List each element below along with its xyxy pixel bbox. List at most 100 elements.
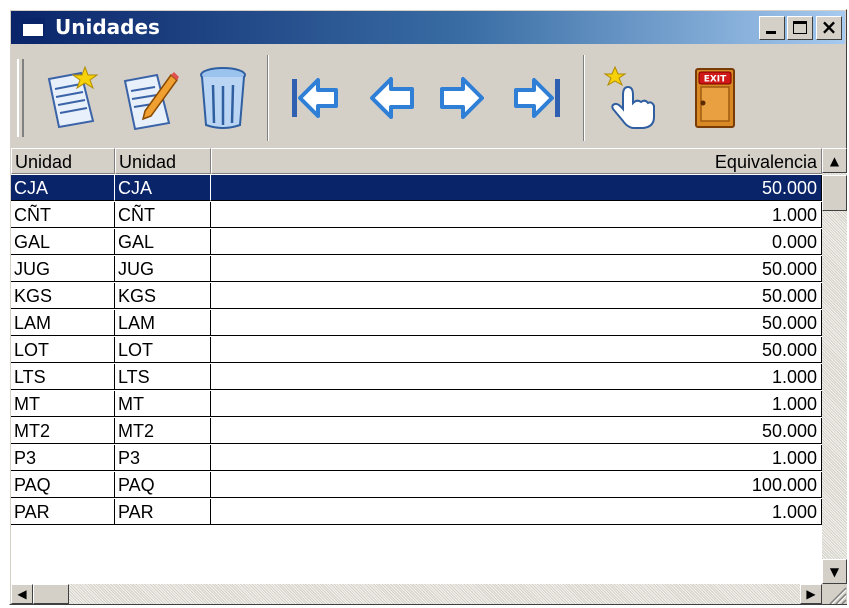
edit-record-button[interactable]	[117, 63, 181, 133]
table-row[interactable]: MT2 MT2 50.000	[11, 418, 822, 445]
units-grid[interactable]: Unidad Unidad Equivalencia CJA CJA 50.00…	[11, 148, 822, 584]
trash-icon	[200, 67, 246, 129]
cell-unidad-2[interactable]: MT2	[115, 418, 211, 444]
table-row[interactable]: CÑT CÑT 1.000	[11, 202, 822, 229]
toolbar-grip[interactable]	[17, 59, 24, 137]
cell-unidad-2[interactable]: PAQ	[115, 472, 211, 498]
vertical-scroll-thumb[interactable]	[822, 175, 847, 211]
title-bar[interactable]: Unidades ×	[11, 11, 845, 44]
table-row[interactable]: JUG JUG 50.000	[11, 256, 822, 283]
cell-unidad[interactable]: JUG	[11, 256, 115, 282]
cell-unidad-2[interactable]: CJA	[115, 175, 211, 201]
delete-record-button[interactable]	[191, 63, 255, 133]
column-header-unidad-2[interactable]: Unidad	[115, 148, 211, 174]
resize-grip-icon	[829, 587, 847, 605]
cell-unidad-2[interactable]: JUG	[115, 256, 211, 282]
previous-record-button[interactable]	[361, 63, 425, 133]
arrow-last-icon	[514, 78, 560, 118]
minimize-button[interactable]	[759, 16, 785, 40]
cell-equivalencia[interactable]: 50.000	[211, 175, 822, 201]
cell-unidad[interactable]: LAM	[11, 310, 115, 336]
scroll-right-button[interactable]: ▶	[800, 584, 822, 604]
cell-unidad[interactable]: KGS	[11, 283, 115, 309]
hand-pointer-icon	[603, 65, 655, 129]
cell-unidad-2[interactable]: GAL	[115, 229, 211, 255]
cell-equivalencia[interactable]: 1.000	[211, 391, 822, 417]
cell-unidad-2[interactable]: P3	[115, 445, 211, 471]
select-button[interactable]	[599, 63, 663, 133]
cell-equivalencia[interactable]: 1.000	[211, 364, 822, 390]
scroll-down-button[interactable]: ▼	[822, 559, 847, 584]
cell-equivalencia[interactable]: 50.000	[211, 337, 822, 363]
cell-unidad[interactable]: P3	[11, 445, 115, 471]
close-button[interactable]: ×	[816, 15, 842, 40]
cell-equivalencia[interactable]: 0.000	[211, 229, 822, 255]
maximize-button[interactable]	[787, 16, 813, 40]
window-icon	[21, 18, 45, 38]
table-row[interactable]: LOT LOT 50.000	[11, 337, 822, 364]
table-row[interactable]: PAQ PAQ 100.000	[11, 472, 822, 499]
table-row[interactable]: CJA CJA 50.000	[11, 175, 822, 202]
exit-door-icon: EXIT	[695, 68, 735, 128]
horizontal-scroll-thumb[interactable]	[33, 584, 69, 604]
last-record-button[interactable]	[505, 63, 569, 133]
cell-unidad[interactable]: MT2	[11, 418, 115, 444]
scroll-left-button[interactable]: ◀	[11, 584, 33, 604]
edit-document-icon	[123, 72, 179, 131]
new-document-icon	[47, 65, 99, 129]
arrow-left-icon	[370, 77, 414, 119]
cell-unidad[interactable]: CJA	[11, 175, 115, 201]
column-header-unidad[interactable]: Unidad	[11, 148, 115, 174]
cell-unidad-2[interactable]: LAM	[115, 310, 211, 336]
arrow-first-icon	[292, 78, 338, 118]
cell-equivalencia[interactable]: 1.000	[211, 499, 822, 525]
cell-equivalencia[interactable]: 50.000	[211, 283, 822, 309]
cell-equivalencia[interactable]: 1.000	[211, 202, 822, 228]
cell-unidad[interactable]: CÑT	[11, 202, 115, 228]
table-row[interactable]: LAM LAM 50.000	[11, 310, 822, 337]
arrow-right-icon	[440, 77, 484, 119]
cell-unidad-2[interactable]: KGS	[115, 283, 211, 309]
cell-unidad[interactable]: LTS	[11, 364, 115, 390]
cell-equivalencia[interactable]: 50.000	[211, 256, 822, 282]
arrow-down-icon: ▼	[829, 564, 840, 579]
first-record-button[interactable]	[283, 63, 347, 133]
resize-grip[interactable]	[822, 584, 847, 605]
cell-unidad-2[interactable]: MT	[115, 391, 211, 417]
cell-unidad[interactable]: MT	[11, 391, 115, 417]
arrow-up-icon: ▲	[829, 153, 840, 168]
table-row[interactable]: LTS LTS 1.000	[11, 364, 822, 391]
cell-unidad-2[interactable]: PAR	[115, 499, 211, 525]
toolbar-separator	[583, 55, 585, 141]
cell-equivalencia[interactable]: 50.000	[211, 418, 822, 444]
cell-equivalencia[interactable]: 1.000	[211, 445, 822, 471]
table-row[interactable]: KGS KGS 50.000	[11, 283, 822, 310]
close-icon: ×	[820, 15, 838, 39]
toolbar-separator	[267, 55, 269, 141]
cell-unidad[interactable]: LOT	[11, 337, 115, 363]
window: Unidades × EXIT Unidad Unidad Equivalenc…	[9, 9, 847, 605]
grid-header: Unidad Unidad Equivalencia	[11, 148, 822, 175]
table-row[interactable]: P3 P3 1.000	[11, 445, 822, 472]
cell-unidad[interactable]: GAL	[11, 229, 115, 255]
svg-text:EXIT: EXIT	[704, 75, 727, 85]
scroll-up-button[interactable]: ▲	[822, 148, 847, 173]
table-row[interactable]: GAL GAL 0.000	[11, 229, 822, 256]
exit-button[interactable]: EXIT	[683, 63, 747, 133]
arrow-right-small-icon: ▶	[806, 587, 816, 601]
cell-unidad-2[interactable]: CÑT	[115, 202, 211, 228]
vertical-scrollbar[interactable]: ▲ ▼	[822, 148, 847, 584]
next-record-button[interactable]	[429, 63, 493, 133]
new-record-button[interactable]	[39, 63, 103, 133]
maximize-icon	[793, 21, 807, 34]
cell-unidad-2[interactable]: LOT	[115, 337, 211, 363]
column-header-equivalencia[interactable]: Equivalencia	[211, 148, 822, 174]
cell-unidad[interactable]: PAR	[11, 499, 115, 525]
horizontal-scrollbar[interactable]: ◀ ▶	[11, 584, 822, 604]
cell-equivalencia[interactable]: 50.000	[211, 310, 822, 336]
cell-unidad[interactable]: PAQ	[11, 472, 115, 498]
cell-unidad-2[interactable]: LTS	[115, 364, 211, 390]
table-row[interactable]: MT MT 1.000	[11, 391, 822, 418]
cell-equivalencia[interactable]: 100.000	[211, 472, 822, 498]
table-row[interactable]: PAR PAR 1.000	[11, 499, 822, 526]
